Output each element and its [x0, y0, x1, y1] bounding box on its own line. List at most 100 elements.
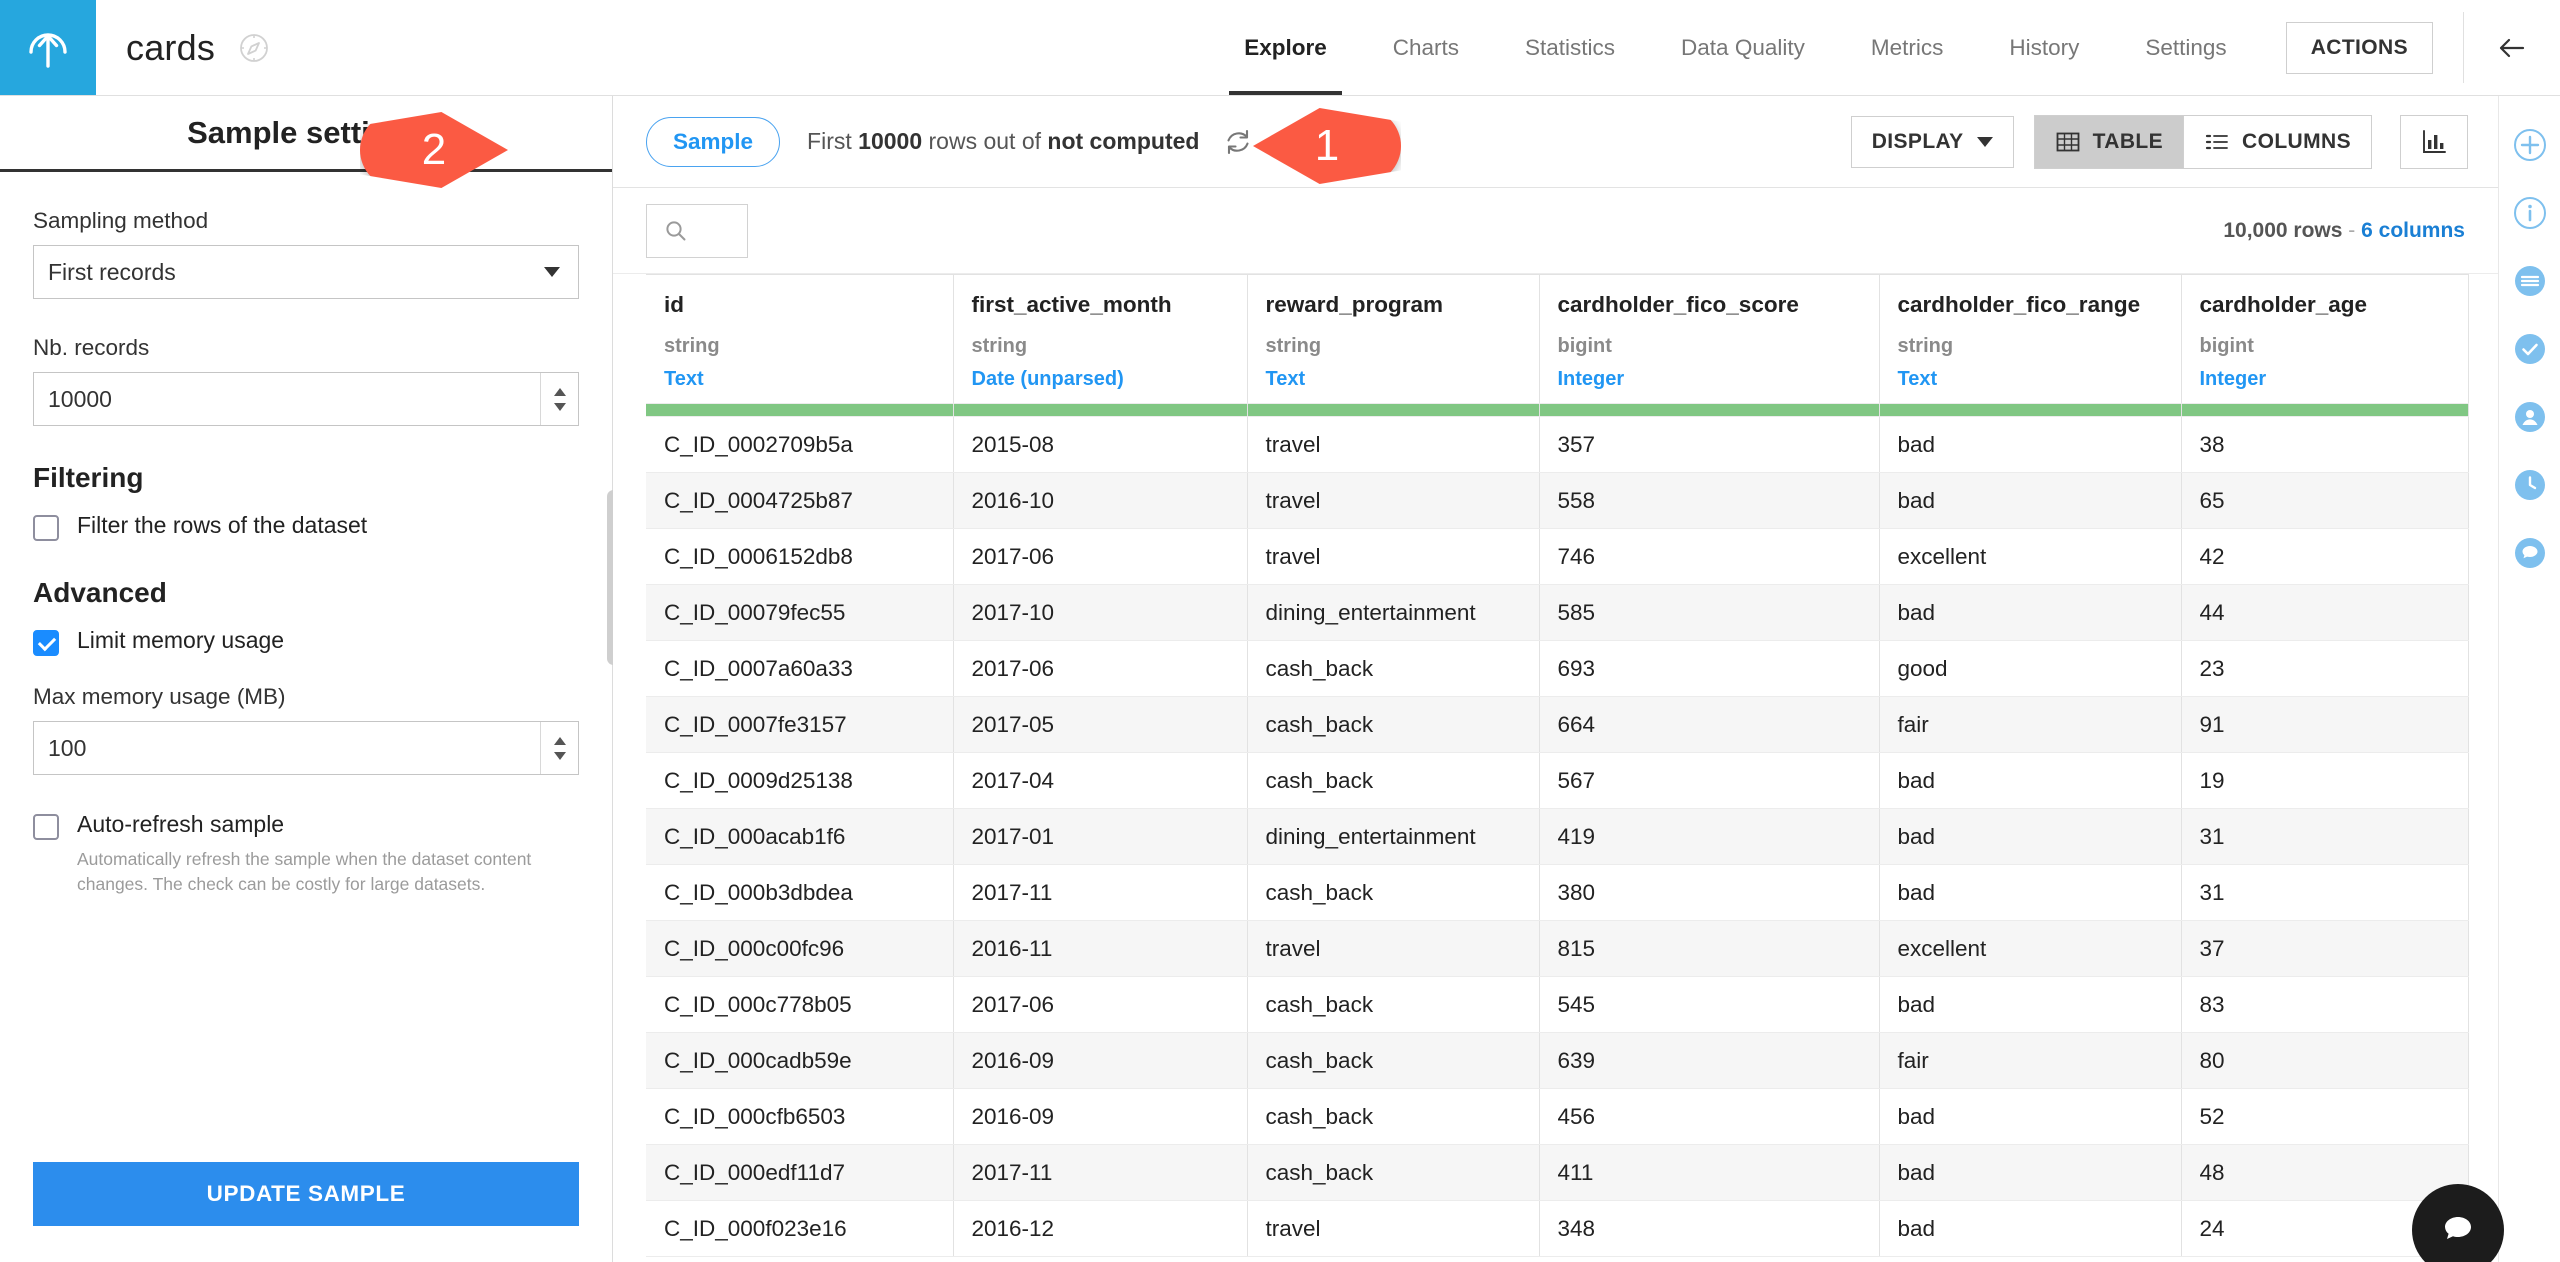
column-header-cardholder-fico-range[interactable]: cardholder_fico_range string Text: [1879, 274, 2182, 404]
table-cell[interactable]: 545: [1539, 976, 1880, 1033]
table-row[interactable]: C_ID_000cadb59e 2016-09 cash_back 639 fair 80: [646, 1032, 2469, 1089]
layers-icon[interactable]: [2511, 262, 2549, 300]
table-cell[interactable]: C_ID_000cadb59e: [646, 1032, 954, 1089]
column-count[interactable]: 6 columns: [2361, 219, 2465, 242]
table-cell[interactable]: 48: [2181, 1144, 2469, 1201]
column-header-cardholder-age[interactable]: cardholder_age bigint Integer: [2181, 274, 2469, 404]
table-cell[interactable]: travel: [1247, 528, 1540, 585]
table-cell[interactable]: good: [1879, 640, 2182, 697]
table-cell[interactable]: 2017-04: [953, 752, 1248, 809]
table-cell[interactable]: bad: [1879, 864, 2182, 921]
search-input[interactable]: [646, 203, 748, 258]
table-cell[interactable]: C_ID_000b3dbdea: [646, 864, 954, 921]
table-cell[interactable]: 65: [2181, 472, 2469, 529]
table-cell[interactable]: 2017-10: [953, 584, 1248, 641]
table-cell[interactable]: cash_back: [1247, 696, 1540, 753]
table-cell[interactable]: 2017-11: [953, 1144, 1248, 1201]
table-cell[interactable]: C_ID_0002709b5a: [646, 416, 954, 473]
table-cell[interactable]: 2016-12: [953, 1200, 1248, 1257]
table-cell[interactable]: bad: [1879, 472, 2182, 529]
sampling-method-select[interactable]: First records: [33, 245, 579, 299]
table-cell[interactable]: 31: [2181, 808, 2469, 865]
table-cell[interactable]: 83: [2181, 976, 2469, 1033]
limit-memory-checkbox[interactable]: [33, 630, 59, 656]
table-cell[interactable]: C_ID_0004725b87: [646, 472, 954, 529]
table-row[interactable]: C_ID_0009d25138 2017-04 cash_back 567 bad 19: [646, 752, 2469, 809]
table-cell[interactable]: travel: [1247, 416, 1540, 473]
table-cell[interactable]: C_ID_0007a60a33: [646, 640, 954, 697]
table-cell[interactable]: excellent: [1879, 920, 2182, 977]
table-cell[interactable]: cash_back: [1247, 640, 1540, 697]
table-row[interactable]: C_ID_00079fec55 2017-10 dining_entertainme…: [646, 584, 2469, 641]
table-cell[interactable]: fair: [1879, 696, 2182, 753]
table-cell[interactable]: C_ID_0006152db8: [646, 528, 954, 585]
table-cell[interactable]: 2017-06: [953, 528, 1248, 585]
max-memory-input[interactable]: 100: [33, 721, 579, 775]
table-cell[interactable]: 2017-11: [953, 864, 1248, 921]
table-cell[interactable]: C_ID_000acab1f6: [646, 808, 954, 865]
compass-icon[interactable]: [237, 31, 271, 65]
table-cell[interactable]: 2016-09: [953, 1032, 1248, 1089]
auto-refresh-row[interactable]: Auto-refresh sample: [33, 811, 579, 840]
table-cell[interactable]: 2017-05: [953, 696, 1248, 753]
table-cell[interactable]: bad: [1879, 584, 2182, 641]
table-cell[interactable]: 52: [2181, 1088, 2469, 1145]
table-row[interactable]: C_ID_0007fe3157 2017-05 cash_back 664 fair 91: [646, 696, 2469, 753]
table-cell[interactable]: 37: [2181, 920, 2469, 977]
column-meaning[interactable]: Integer: [2200, 368, 2450, 391]
auto-refresh-checkbox[interactable]: [33, 814, 59, 840]
table-row[interactable]: C_ID_000b3dbdea 2017-11 cash_back 380 bad 31: [646, 864, 2469, 921]
table-cell[interactable]: cash_back: [1247, 976, 1540, 1033]
table-cell[interactable]: 585: [1539, 584, 1880, 641]
table-cell[interactable]: 348: [1539, 1200, 1880, 1257]
max-memory-stepper[interactable]: [540, 722, 578, 774]
table-row[interactable]: C_ID_0006152db8 2017-06 travel 746 excellent…: [646, 528, 2469, 585]
table-cell[interactable]: 2017-01: [953, 808, 1248, 865]
column-meaning[interactable]: Date (unparsed): [972, 368, 1229, 391]
table-view-button[interactable]: TABLE: [2033, 114, 2185, 169]
table-row[interactable]: C_ID_000f023e16 2016-12 travel 348 bad 24: [646, 1200, 2469, 1257]
table-cell[interactable]: 38: [2181, 416, 2469, 473]
table-cell[interactable]: dining_entertainment: [1247, 808, 1540, 865]
table-cell[interactable]: bad: [1879, 1200, 2182, 1257]
table-cell[interactable]: excellent: [1879, 528, 2182, 585]
table-cell[interactable]: bad: [1879, 976, 2182, 1033]
table-cell[interactable]: 19: [2181, 752, 2469, 809]
table-row[interactable]: C_ID_000c778b05 2017-06 cash_back 545 bad 83: [646, 976, 2469, 1033]
table-cell[interactable]: 419: [1539, 808, 1880, 865]
table-cell[interactable]: 2015-08: [953, 416, 1248, 473]
sample-pill-button[interactable]: Sample: [646, 116, 781, 167]
table-cell[interactable]: 42: [2181, 528, 2469, 585]
column-meaning[interactable]: Text: [664, 368, 935, 391]
tab-explore[interactable]: Explore: [1211, 0, 1360, 95]
table-cell[interactable]: 80: [2181, 1032, 2469, 1089]
table-cell[interactable]: 31: [2181, 864, 2469, 921]
plus-icon[interactable]: [2511, 126, 2549, 164]
table-cell[interactable]: 2016-11: [953, 920, 1248, 977]
table-cell[interactable]: C_ID_00079fec55: [646, 584, 954, 641]
column-meaning[interactable]: Text: [1266, 368, 1521, 391]
tab-statistics[interactable]: Statistics: [1492, 0, 1648, 95]
table-row[interactable]: C_ID_0002709b5a 2015-08 travel 357 bad 38: [646, 416, 2469, 473]
table-cell[interactable]: 693: [1539, 640, 1880, 697]
columns-view-button[interactable]: COLUMNS: [2184, 114, 2372, 169]
table-cell[interactable]: cash_back: [1247, 752, 1540, 809]
tab-settings[interactable]: Settings: [2112, 0, 2259, 95]
table-cell[interactable]: travel: [1247, 472, 1540, 529]
column-meaning[interactable]: Text: [1898, 368, 2163, 391]
table-row[interactable]: C_ID_000c00fc96 2016-11 travel 815 excellent…: [646, 920, 2469, 977]
table-cell[interactable]: 44: [2181, 584, 2469, 641]
table-cell[interactable]: fair: [1879, 1032, 2182, 1089]
table-cell[interactable]: cash_back: [1247, 1144, 1540, 1201]
tab-history[interactable]: History: [1976, 0, 2112, 95]
table-cell[interactable]: travel: [1247, 1200, 1540, 1257]
update-sample-button[interactable]: UPDATE SAMPLE: [33, 1162, 579, 1226]
table-cell[interactable]: cash_back: [1247, 1032, 1540, 1089]
filter-rows-row[interactable]: Filter the rows of the dataset: [33, 512, 579, 541]
table-cell[interactable]: 380: [1539, 864, 1880, 921]
user-circle-icon[interactable]: [2511, 398, 2549, 436]
table-cell[interactable]: 746: [1539, 528, 1880, 585]
table-cell[interactable]: 664: [1539, 696, 1880, 753]
table-cell[interactable]: 2017-06: [953, 976, 1248, 1033]
column-header-cardholder-fico-score[interactable]: cardholder_fico_score bigint Integer: [1539, 274, 1880, 404]
